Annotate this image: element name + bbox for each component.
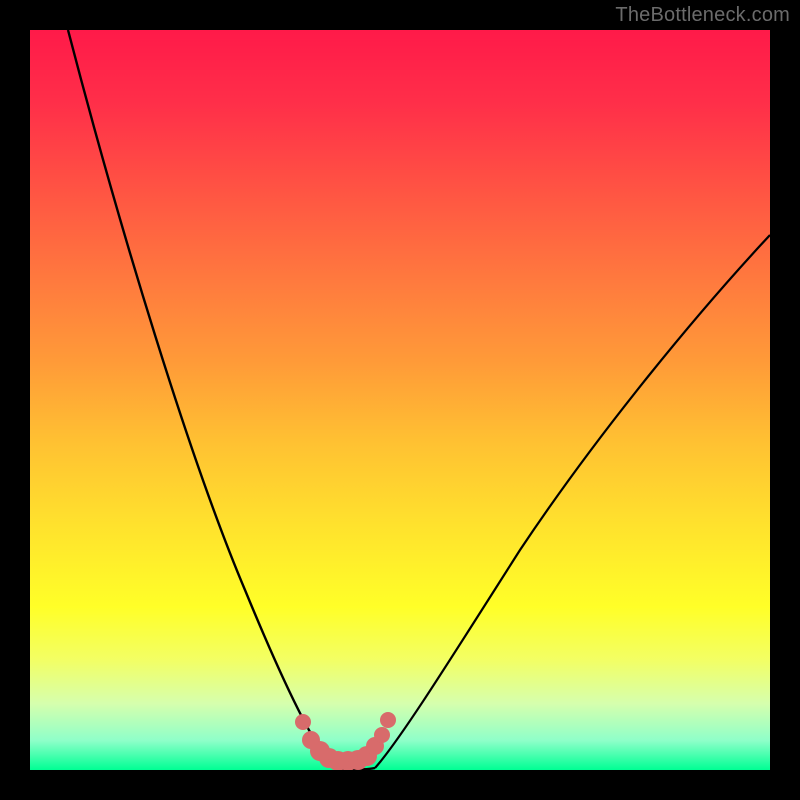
watermark-text: TheBottleneck.com <box>615 4 790 27</box>
bottleneck-curve <box>30 30 770 770</box>
chart-plot-area <box>30 30 770 770</box>
chart-frame: TheBottleneck.com <box>0 0 800 800</box>
curve-right-branch <box>375 235 770 768</box>
curve-left-branch <box>68 30 335 768</box>
